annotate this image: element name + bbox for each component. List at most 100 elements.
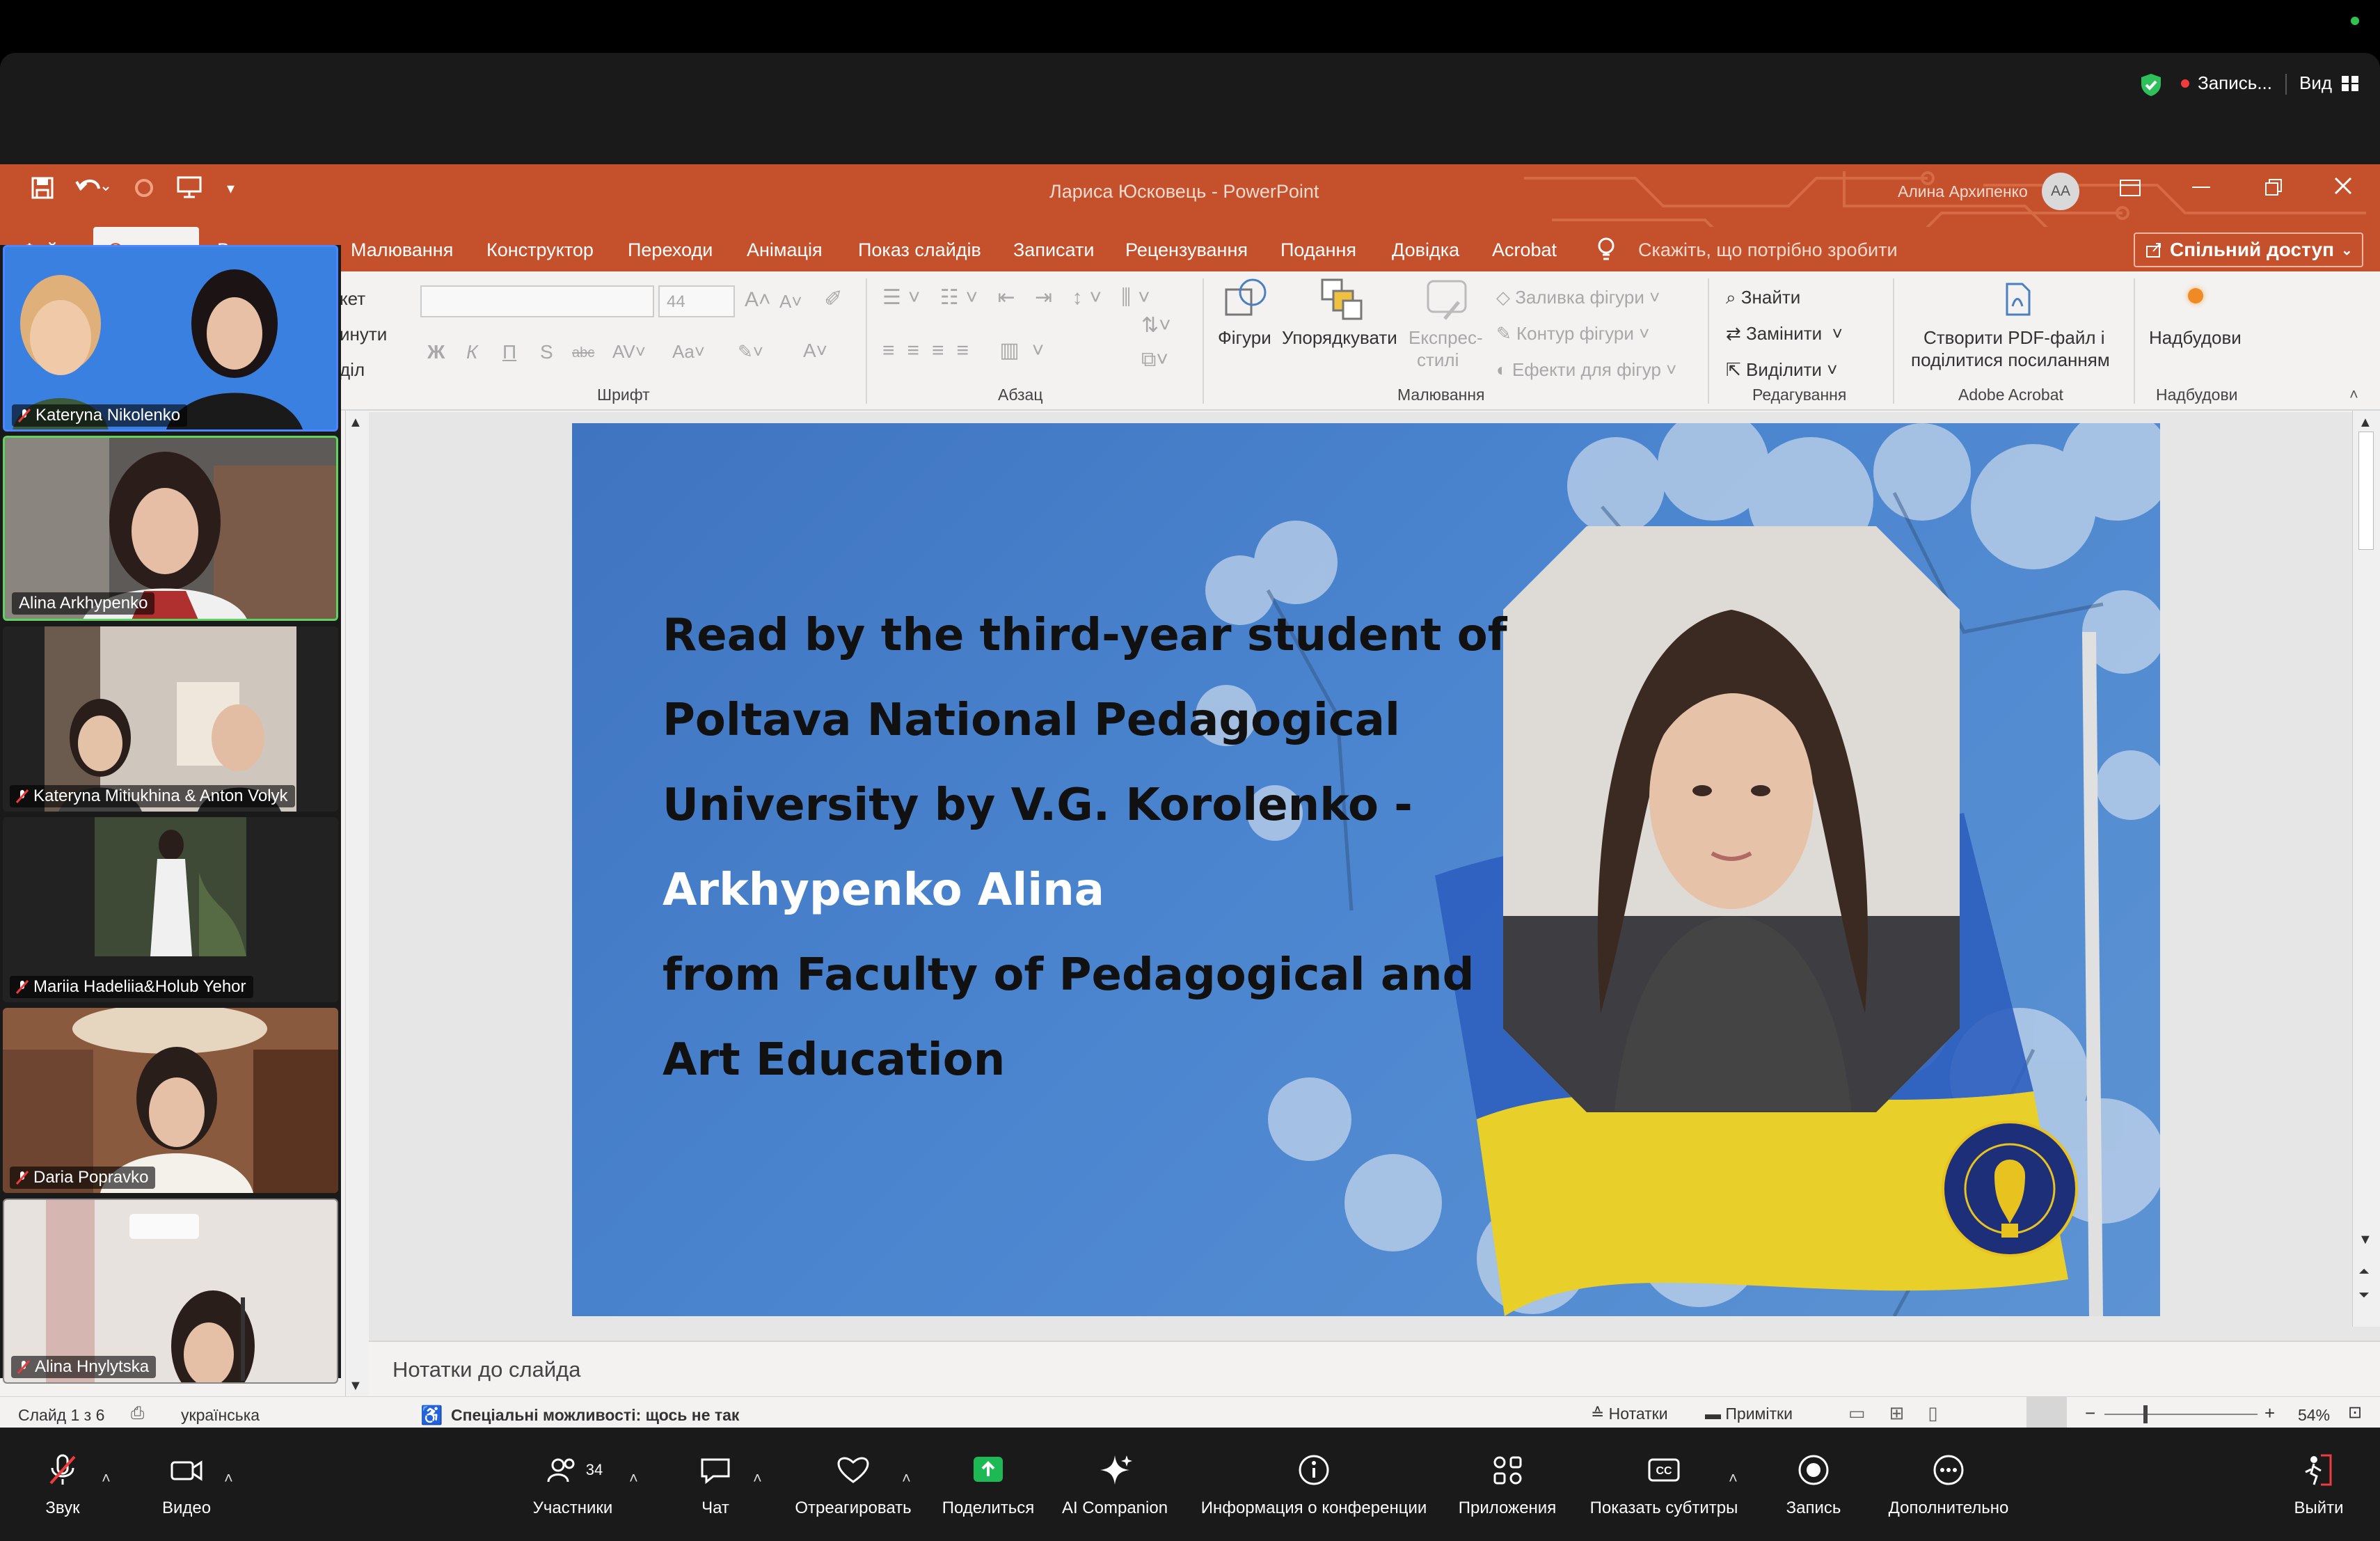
smartart-icon[interactable]: ⧉˅	[1141, 348, 1168, 372]
paste-clipped-label[interactable]: кет	[340, 288, 365, 310]
tab-animations[interactable]: Анімація	[747, 227, 823, 271]
tab-design[interactable]: Конструктор	[486, 227, 594, 271]
undo-icon[interactable]	[74, 176, 110, 200]
participant-tile[interactable]: Daria Popravko	[3, 1008, 338, 1193]
font-size-field[interactable]: 44	[658, 285, 735, 317]
font-name-field[interactable]	[420, 285, 654, 317]
scroll-up-icon[interactable]: ▲	[349, 415, 363, 431]
participants-button[interactable]: 34 Участники	[523, 1428, 622, 1541]
react-button[interactable]: Отреагировать	[785, 1428, 921, 1541]
recording-indicator[interactable]: Запись...	[2181, 72, 2272, 94]
shapes-button[interactable]: Фігури	[1218, 327, 1271, 349]
minimize-icon[interactable]	[2192, 187, 2210, 188]
captions-button[interactable]: CC Показать субтитры	[1580, 1428, 1748, 1541]
create-pdf-label-2[interactable]: поділитися посиланням	[1911, 349, 2110, 371]
share-screen-button[interactable]: Поделиться	[934, 1428, 1042, 1541]
audio-button[interactable]: Звук	[28, 1428, 97, 1541]
underline-icon[interactable]: П	[502, 341, 516, 363]
participant-tile-active[interactable]: Alina Arkhypenko	[3, 436, 338, 621]
section-clipped-label[interactable]: діл	[340, 359, 365, 381]
qat-customize-icon[interactable]: ▾	[227, 180, 235, 198]
participant-tile[interactable]: Alina Hnylytska	[3, 1199, 338, 1384]
font-color-icon[interactable]: A˅	[803, 340, 827, 362]
redo-icon[interactable]	[132, 176, 156, 200]
shape-outline-button[interactable]: ✎ Контур фігури ˅	[1496, 323, 1649, 345]
notes-pane[interactable]: Нотатки до слайда	[369, 1341, 2380, 1396]
zoom-in-icon[interactable]: +	[2264, 1402, 2275, 1424]
highlight-icon[interactable]: ✎˅	[738, 341, 763, 363]
cut-clipped-label[interactable]: инути	[340, 324, 387, 345]
language-label[interactable]: українська	[181, 1406, 260, 1425]
view-button[interactable]: Вид	[2299, 72, 2360, 94]
create-pdf-label-1[interactable]: Створити PDF-файл і	[1923, 327, 2105, 349]
comments-toggle[interactable]: ▬ Примітки	[1705, 1405, 1793, 1423]
ribbon-display-icon[interactable]	[2118, 178, 2142, 199]
next-slide-icon[interactable]: ⏷	[2358, 1288, 2370, 1304]
scroll-down-icon[interactable]: ▼	[2358, 1232, 2372, 1248]
participant-tile[interactable]: Kateryna Nikolenko	[3, 245, 338, 432]
video-button[interactable]: Видео	[152, 1428, 221, 1541]
present-icon[interactable]	[175, 175, 203, 200]
arrange-button[interactable]: Упорядкувати	[1282, 327, 1397, 349]
scroll-thumb[interactable]	[2358, 432, 2374, 550]
notes-toggle[interactable]: ≙ Нотатки	[1591, 1405, 1668, 1423]
slideshow-view-button[interactable]	[2026, 1397, 2067, 1432]
close-icon[interactable]	[2333, 175, 2354, 196]
scroll-down-icon[interactable]: ▼	[349, 1378, 363, 1394]
find-button[interactable]: ⌕ Знайти	[1726, 287, 1800, 309]
slide-canvas[interactable]: Read by the third-year student of Poltav…	[572, 423, 2160, 1316]
scroll-up-icon[interactable]: ▲	[2358, 415, 2372, 431]
tell-me-search[interactable]: Скажіть, що потрібно зробити	[1638, 227, 1898, 271]
tab-view[interactable]: Подання	[1280, 227, 1356, 271]
spell-check-icon[interactable]: ⎙	[131, 1404, 144, 1423]
collapse-ribbon-icon[interactable]: ˄	[2349, 386, 2358, 404]
captions-options-icon[interactable]: ˄	[1729, 1469, 1738, 1487]
prev-slide-icon[interactable]: ⏶	[2358, 1264, 2370, 1280]
audio-options-icon[interactable]: ˄	[102, 1469, 111, 1487]
accessibility-status[interactable]: Спеціальні можливості: щось не так	[451, 1406, 739, 1425]
paragraph-list-icons[interactable]: ☰˅ ☷˅ ⇤ ⇥ ↕˅ ⫼˅	[882, 285, 1157, 310]
increase-font-icon[interactable]: A˄	[745, 288, 771, 312]
quick-styles-label-1[interactable]: Експрес-	[1409, 327, 1483, 349]
tab-transitions[interactable]: Переходи	[628, 227, 713, 271]
tab-acrobat[interactable]: Acrobat	[1492, 227, 1557, 271]
change-case-icon[interactable]: Aa˅	[672, 341, 705, 363]
view-mode-icons[interactable]: ▭⊞▯	[1848, 1402, 1962, 1424]
clear-format-icon[interactable]: ✐	[824, 285, 843, 312]
slide-text-line-3[interactable]: University by V.G. Korolenko -	[663, 780, 1413, 831]
slide-text-line-4[interactable]: Arkhypenko Alina	[663, 864, 1104, 916]
slide-text-line-2[interactable]: Poltava National Pedagogical	[663, 695, 1400, 746]
security-indicator[interactable]	[2139, 72, 2163, 97]
zoom-out-icon[interactable]: −	[2085, 1402, 2095, 1424]
apps-button[interactable]: Приложения	[1452, 1428, 1563, 1541]
chat-options-icon[interactable]: ˄	[753, 1469, 762, 1487]
record-button[interactable]: Запись	[1777, 1428, 1850, 1541]
slide-text-line-1[interactable]: Read by the third-year student of	[663, 610, 1507, 661]
tab-slideshow[interactable]: Показ слайдів	[858, 227, 981, 271]
zoom-slider[interactable]	[2104, 1414, 2258, 1415]
thumbnail-scrollbar[interactable]: ▲ ▼	[345, 411, 369, 1396]
quick-styles-label-2[interactable]: стилі	[1417, 349, 1459, 371]
fit-slide-icon[interactable]: ⊡	[2348, 1402, 2362, 1423]
replace-button[interactable]: ⇄ Замінити ˅	[1726, 323, 1843, 345]
share-button[interactable]: Спільний доступ ⌄	[2134, 232, 2363, 267]
participant-tile[interactable]: Kateryna Mitiukhina & Anton Volyk	[3, 626, 338, 812]
decrease-font-icon[interactable]: A˅	[779, 291, 802, 313]
text-direction-icon[interactable]: ⇅˅	[1141, 313, 1171, 338]
zoom-slider-thumb[interactable]	[2143, 1405, 2148, 1423]
zoom-level[interactable]: 54%	[2298, 1406, 2330, 1425]
tab-record[interactable]: Записати	[1013, 227, 1094, 271]
slide-scrollbar[interactable]: ▲ ▼ ⏶ ⏷	[2352, 411, 2380, 1327]
strikethrough-icon[interactable]: abc	[572, 345, 594, 361]
tab-help[interactable]: Довідка	[1392, 227, 1459, 271]
participants-options-icon[interactable]: ˄	[629, 1469, 638, 1487]
select-button[interactable]: ⇱ Виділити ˅	[1726, 359, 1837, 381]
char-spacing-icon[interactable]: AV˅	[612, 341, 646, 363]
shadow-icon[interactable]: S	[540, 341, 553, 363]
user-avatar[interactable]: АА	[2042, 173, 2079, 210]
slide-text-line-5[interactable]: from Faculty of Pedagogical and	[663, 949, 1474, 1001]
tab-draw[interactable]: Малювання	[351, 227, 453, 271]
participant-tile[interactable]: Mariia Hadeliia&Holub Yehor	[3, 817, 338, 1002]
ai-companion-button[interactable]: AI Companion	[1054, 1428, 1176, 1541]
react-options-icon[interactable]: ˄	[902, 1469, 911, 1487]
